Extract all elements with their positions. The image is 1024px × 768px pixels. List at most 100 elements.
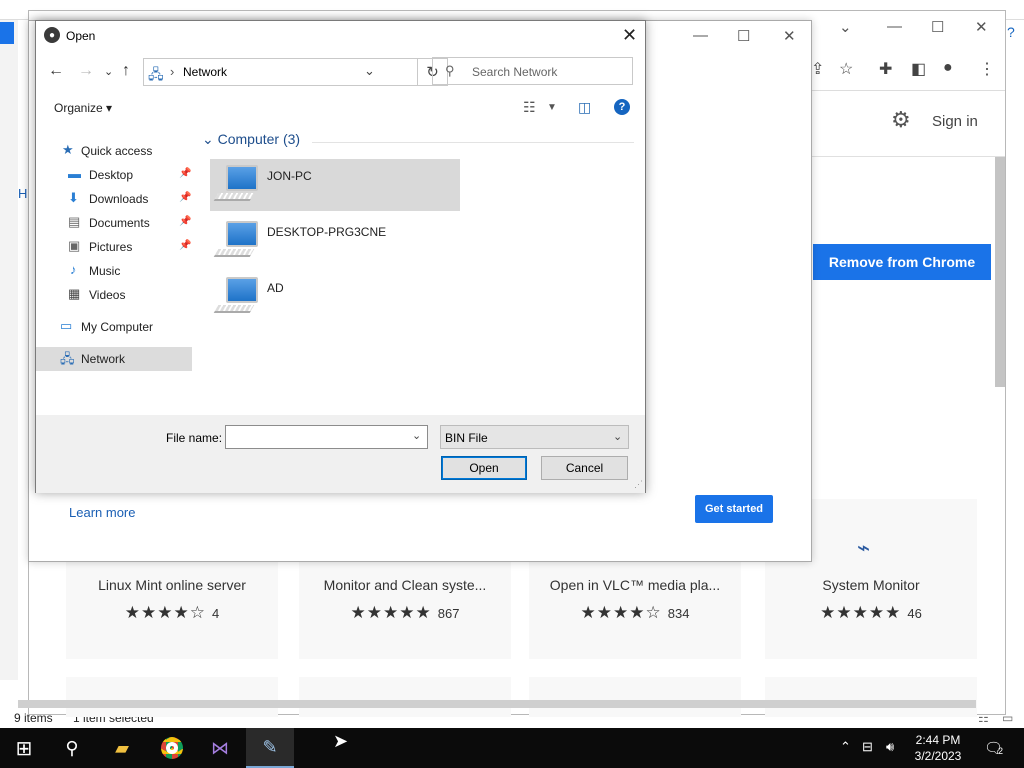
extension-card[interactable] (66, 677, 278, 717)
group-header[interactable]: ⌄ Computer (3) (202, 131, 300, 148)
share-icon[interactable]: ⇪ (811, 59, 824, 79)
nav-item-music[interactable]: ♪ Music (36, 259, 192, 283)
dialog-footer: File name: ⌄ BIN File ⌄ Open Cancel ⋰ (36, 415, 645, 493)
system-clock[interactable]: 2:44 PM 3/2/2023 (908, 732, 968, 764)
preview-pane-icon[interactable]: ◫ (578, 99, 591, 116)
file-name-label: File name: (166, 431, 223, 445)
nav-item-quick-access[interactable]: ★ Quick access (36, 139, 192, 163)
recent-locations-chevron-icon[interactable]: ⌄ (104, 65, 113, 78)
vertical-scrollbar[interactable] (995, 157, 1005, 387)
close-icon[interactable]: ✕ (975, 18, 988, 36)
card-title: Monitor and Clean syste... (323, 577, 487, 593)
rating-stars: ★★★★☆ (124, 603, 206, 622)
open-button[interactable]: Open (441, 456, 527, 480)
start-button[interactable]: ⊞ (0, 728, 48, 768)
forward-arrow-icon[interactable]: → (78, 62, 94, 80)
store-settings-icon[interactable]: ⚙ (891, 107, 911, 133)
chrome-icon[interactable] (148, 728, 196, 768)
bookmark-star-icon[interactable]: ☆ (839, 59, 853, 79)
search-placeholder[interactable]: Search Network (472, 65, 557, 79)
horizontal-scrollbar[interactable] (18, 700, 976, 708)
back-arrow-icon[interactable]: ← (48, 62, 64, 80)
file-type-select[interactable]: BIN File ⌄ (440, 425, 629, 449)
extension-card[interactable] (299, 677, 511, 717)
explorer-blue-tab (0, 22, 14, 44)
extension-card[interactable] (765, 677, 977, 717)
remove-from-chrome-button[interactable]: Remove from Chrome (813, 244, 991, 280)
file-type-dropdown-icon[interactable]: ⌄ (613, 430, 622, 443)
computer-name: DESKTOP-PRG3CNE (267, 225, 387, 239)
nav-item-label: Quick access (81, 144, 153, 158)
view-options-dropdown-icon[interactable]: ▼ (547, 102, 557, 113)
nav-item-my-computer[interactable]: ▭ My Computer (36, 315, 192, 339)
tool-app-icon[interactable]: ✎ (246, 728, 294, 768)
profile-avatar-icon[interactable]: ● (943, 59, 953, 77)
chrome-app-icon: ● (44, 27, 60, 43)
volume-icon[interactable]: 🔊︎ (886, 739, 894, 755)
resize-grip-icon[interactable]: ⋰ (634, 479, 643, 490)
up-arrow-icon[interactable]: ↑ (122, 62, 130, 80)
organize-label: Organize (54, 101, 103, 115)
nav-item-documents[interactable]: ▤ Documents 📌 (36, 211, 192, 235)
card-rating: ★★★★☆ 4 (66, 603, 278, 623)
command-bar: Organize ▾ ☷ ▼ ◫ ? (36, 91, 645, 123)
maximize-icon[interactable]: ☐ (931, 18, 944, 36)
nav-item-pictures[interactable]: ▣ Pictures 📌 (36, 235, 192, 259)
navigation-pane: ★ Quick access ▬ Desktop 📌 ⬇ Downloads 📌… (36, 123, 196, 415)
network-status-icon[interactable]: ⊟ (862, 739, 873, 755)
nav-item-label: My Computer (81, 320, 154, 334)
nav-item-desktop[interactable]: ▬ Desktop 📌 (36, 163, 192, 187)
nav-item-label: Videos (89, 288, 126, 302)
file-explorer-icon[interactable]: ▰ (98, 728, 146, 768)
search-box[interactable]: ⚲ Search Network (432, 57, 633, 85)
nav-item-label: Network (81, 352, 126, 366)
extensions-puzzle-icon[interactable]: ✚ (879, 59, 892, 79)
nav-item-label: Downloads (89, 192, 149, 206)
address-dropdown-icon[interactable]: ⌄ (364, 63, 375, 79)
pin-icon[interactable]: 📌 (179, 216, 191, 227)
pin-icon[interactable]: 📌 (179, 168, 191, 179)
rating-count: 4 (211, 606, 220, 621)
minimize-icon[interactable]: — (693, 27, 708, 44)
pin-icon[interactable]: 📌 (179, 240, 191, 251)
extension-card[interactable] (529, 677, 741, 717)
network-computer-item[interactable]: DESKTOP-PRG3CNE (210, 215, 460, 267)
help-icon[interactable]: ? (614, 99, 630, 115)
network-computer-item[interactable]: JON-PC (210, 159, 460, 211)
address-bar[interactable]: 🖧 › Network ⌄ (143, 58, 418, 86)
dialog-title: Open (66, 29, 96, 43)
address-text[interactable]: Network (183, 65, 227, 79)
star-icon: ★ (62, 142, 74, 157)
change-view-icon[interactable]: ☷ (523, 99, 536, 116)
show-hidden-icons-icon[interactable]: ⌃ (840, 739, 851, 755)
get-started-button[interactable]: Get started (695, 495, 773, 523)
file-name-input[interactable]: ⌄ (225, 425, 428, 449)
nav-item-downloads[interactable]: ⬇ Downloads 📌 (36, 187, 192, 211)
file-name-dropdown-icon[interactable]: ⌄ (412, 429, 421, 442)
pin-icon[interactable]: 📌 (179, 192, 191, 203)
close-icon[interactable]: ✕ (783, 27, 796, 45)
computer-icon (226, 277, 258, 303)
breadcrumb-chevron-icon[interactable]: › (170, 64, 174, 79)
network-icon: 🖧 (148, 66, 164, 82)
visual-studio-icon[interactable]: ⋈ (196, 728, 244, 768)
nav-item-videos[interactable]: ▦ Videos (36, 283, 192, 307)
nav-item-network[interactable]: 🖧 Network (36, 347, 192, 371)
computer-name: JON-PC (267, 169, 312, 183)
network-computer-item[interactable]: AD (210, 271, 460, 323)
learn-more-link[interactable]: Learn more (69, 505, 135, 520)
organize-menu[interactable]: Organize ▾ (54, 101, 112, 115)
tab-search-icon[interactable]: ⌄ (839, 18, 852, 36)
cancel-button[interactable]: Cancel (541, 456, 628, 480)
maximize-icon[interactable]: ☐ (737, 27, 750, 45)
computer-icon: ▭ (60, 318, 73, 333)
menu-kebab-icon[interactable]: ⋮ (979, 59, 995, 79)
close-icon[interactable]: ✕ (622, 25, 637, 46)
minimize-icon[interactable]: — (887, 18, 902, 35)
sign-in-link[interactable]: Sign in (932, 113, 978, 130)
rating-stars: ★★★★☆ (580, 603, 662, 622)
help-icon[interactable]: ? (1007, 24, 1015, 40)
chrome-logo-icon (161, 737, 183, 759)
side-panel-icon[interactable]: ◧ (911, 59, 926, 79)
search-icon[interactable]: ⚲ (48, 728, 96, 768)
